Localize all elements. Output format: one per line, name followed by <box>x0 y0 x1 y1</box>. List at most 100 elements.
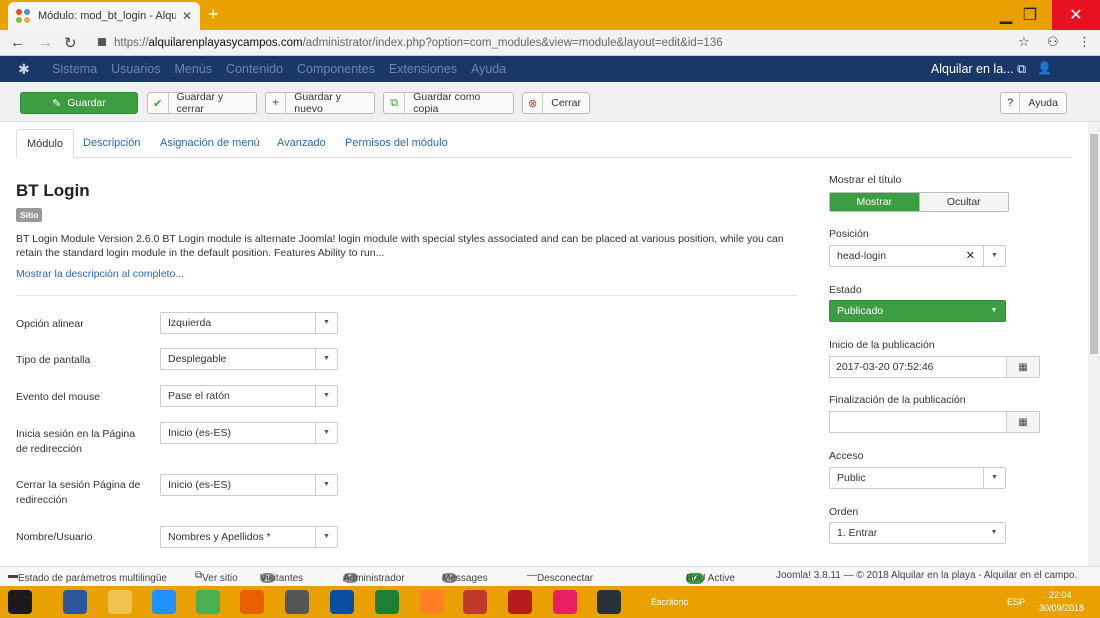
browser-tab-strip: Módulo: mod_bt_login - Alquilar ✕ + ▁ ❐ … <box>0 0 1100 30</box>
caret-down-icon: ▼ <box>315 527 337 547</box>
module-description: BT Login Module Version 2.6.0 BT Login m… <box>16 233 784 259</box>
menu-contenido[interactable]: Contenido <box>226 62 283 76</box>
cancel-icon: ⊗ <box>523 93 544 113</box>
page-scrollbar[interactable] <box>1088 122 1100 566</box>
multilang-status[interactable]: ▬ Estado de parámetros multilingüe <box>8 570 167 584</box>
scrollbar-thumb[interactable] <box>1090 134 1098 354</box>
joomla-logo-icon[interactable]: ✱ <box>18 61 30 78</box>
caret-down-icon: ▼ <box>983 468 1005 488</box>
help-button[interactable]: ? Ayuda <box>1000 92 1067 114</box>
menu-ayuda[interactable]: Ayuda <box>471 62 506 76</box>
new-tab-icon[interactable]: + <box>208 5 219 23</box>
app-icon[interactable] <box>508 590 532 614</box>
show-full-description-link[interactable]: Mostrar la descripción al completo... <box>16 268 184 280</box>
multilang-label: Estado de parámetros multilingüe <box>18 573 167 584</box>
close-label: Cerrar <box>551 97 581 109</box>
window-close-icon[interactable]: ✕ <box>1052 0 1100 30</box>
display-type-value: Desplegable <box>168 353 227 365</box>
state-select[interactable]: Publicado ▼ <box>829 300 1006 322</box>
name-user-value: Nombres y Apellidos * <box>168 531 271 543</box>
browser-menu-icon[interactable]: ⋮ <box>1078 34 1091 50</box>
app-icon[interactable] <box>285 590 309 614</box>
app-icon[interactable] <box>463 590 487 614</box>
save-new-button[interactable]: + Guardar y nuevo <box>265 91 375 115</box>
order-select[interactable]: 1. Entrar ▼ <box>829 522 1006 544</box>
browser-tab[interactable]: Módulo: mod_bt_login - Alquilar ✕ <box>8 2 200 30</box>
view-site-label: Ver sitio <box>202 573 238 584</box>
logout-link[interactable]: — Desconectar <box>527 570 593 584</box>
save-new-label: Guardar y nuevo <box>294 91 341 115</box>
caret-down-icon: ▼ <box>315 386 337 406</box>
edit-icon: ✎ <box>52 97 62 110</box>
menu-extensiones[interactable]: Extensiones <box>389 62 457 76</box>
calendar-icon[interactable]: ▦ <box>1006 356 1040 378</box>
name-user-select[interactable]: Nombres y Apellidos * ▼ <box>160 526 338 548</box>
site-link[interactable]: Alquilar en la... ⧉ <box>931 62 1026 77</box>
edge-icon[interactable] <box>152 590 176 614</box>
desktop-label[interactable]: Escritorio <box>651 597 689 607</box>
url-field[interactable]: https://alquilarenplayasycampos.com/admi… <box>114 34 1014 52</box>
tab-avanzado[interactable]: Avanzado <box>277 129 326 158</box>
user-icon[interactable]: 👤 <box>1037 61 1052 75</box>
windows-start-icon[interactable] <box>8 590 32 614</box>
maximize-icon[interactable]: ❐ <box>1012 0 1048 30</box>
tab-asignacion-menu[interactable]: Asignación de menú <box>160 129 260 158</box>
lock-icon <box>98 38 106 46</box>
clock-time: 22:04 <box>1049 590 1072 600</box>
field-label-login-redirect: Inicia sesión en la Página de redirecció… <box>16 428 136 455</box>
mouse-event-select[interactable]: Pase el ratón ▼ <box>160 385 338 407</box>
chrome-icon[interactable] <box>196 590 220 614</box>
admin-navbar: ✱ Sistema Usuarios Menús Contenido Compo… <box>0 56 1100 82</box>
app-icon[interactable] <box>553 590 577 614</box>
calendar-icon[interactable]: ▦ <box>1006 411 1040 433</box>
view-site-link[interactable]: ⧉ Ver sitio <box>195 570 238 584</box>
incognito-icon[interactable]: ⚇ <box>1047 34 1059 50</box>
reload-icon[interactable]: ↻ <box>64 34 77 52</box>
mouse-event-value: Pase el ratón <box>168 390 230 402</box>
menu-sistema[interactable]: Sistema <box>52 62 97 76</box>
save-copy-button[interactable]: ⧉ Guardar como copia <box>383 91 514 115</box>
menu-componentes[interactable]: Componentes <box>297 62 375 76</box>
back-arrow-icon[interactable]: ← <box>10 34 25 51</box>
word-icon[interactable] <box>63 590 87 614</box>
menu-menus[interactable]: Menús <box>174 62 212 76</box>
logout-redirect-select[interactable]: Inicio (es-ES) ▼ <box>160 474 338 496</box>
position-select[interactable]: head-login ✕ ▼ <box>829 245 1006 267</box>
forward-arrow-icon[interactable]: → <box>38 34 53 51</box>
save-button[interactable]: ✎ Guardar <box>20 92 138 114</box>
login-redirect-select[interactable]: Inicio (es-ES) ▼ <box>160 422 338 444</box>
divider <box>16 295 798 296</box>
app-icon[interactable] <box>597 590 621 614</box>
logout-redirect-value: Inicio (es-ES) <box>168 479 232 491</box>
publish-up-input[interactable]: 2017-03-20 07:52:46 <box>829 356 1007 378</box>
align-select[interactable]: Izquierda ▼ <box>160 312 338 334</box>
bookmark-star-icon[interactable]: ☆ <box>1018 34 1030 50</box>
tab-permisos[interactable]: Permisos del módulo <box>345 129 448 158</box>
close-tab-icon[interactable]: ✕ <box>182 9 192 23</box>
show-title-toggle: Mostrar Ocultar <box>829 192 1009 212</box>
clear-icon[interactable]: ✕ <box>966 246 975 266</box>
field-label-name-user: Nombre/Usuario <box>16 531 93 543</box>
save-close-button[interactable]: ✔ Guardar y cerrar <box>147 91 257 115</box>
module-tabs: Módulo Descripción Asignación de menú Av… <box>16 129 1072 158</box>
menu-usuarios[interactable]: Usuarios <box>111 62 160 76</box>
access-value: Public <box>837 472 866 484</box>
show-title-no-button[interactable]: Ocultar <box>918 193 1008 211</box>
admin-label: Administrador <box>343 573 405 584</box>
display-type-select[interactable]: Desplegable ▼ <box>160 348 338 370</box>
windows-taskbar: Escritorio ESP 22:04 30/09/2018 <box>0 586 1100 618</box>
admin-menu: Sistema Usuarios Menús Contenido Compone… <box>52 62 506 76</box>
file-explorer-icon[interactable] <box>108 590 132 614</box>
show-title-yes-button[interactable]: Mostrar <box>830 193 919 211</box>
messages-label: Messages <box>442 573 488 584</box>
settings-icon[interactable] <box>420 590 444 614</box>
access-select[interactable]: Public ▼ <box>829 467 1006 489</box>
firefox-icon[interactable] <box>240 590 264 614</box>
tab-descripcion[interactable]: Descripción <box>83 129 140 158</box>
app-icon[interactable] <box>330 590 354 614</box>
publish-down-input[interactable] <box>829 411 1007 433</box>
language-indicator[interactable]: ESP <box>1007 597 1025 607</box>
close-button[interactable]: ⊗ Cerrar <box>522 92 590 114</box>
tab-modulo[interactable]: Módulo <box>16 129 75 158</box>
app-icon[interactable] <box>375 590 399 614</box>
